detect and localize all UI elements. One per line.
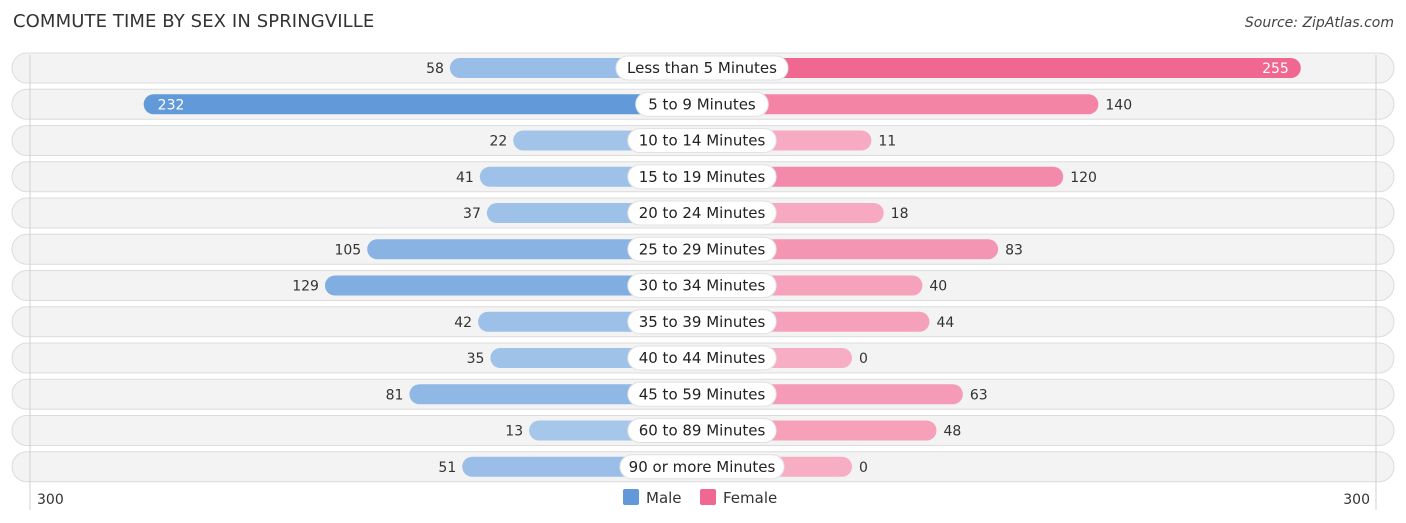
category-label: 45 to 59 Minutes (639, 385, 766, 403)
male-value-label: 51 (438, 460, 456, 476)
female-value-label: 120 (1070, 170, 1097, 186)
male-value-label: 37 (463, 206, 481, 222)
male-bar (143, 94, 702, 115)
category-label: 60 to 89 Minutes (639, 422, 766, 440)
female-value-label: 255 (1262, 61, 1289, 77)
female-value-label: 11 (878, 134, 896, 150)
category-label: 5 to 9 Minutes (648, 95, 756, 113)
female-value-label: 0 (859, 351, 868, 367)
female-value-label: 140 (1105, 97, 1132, 113)
male-value-label: 105 (334, 242, 361, 258)
category-label: 10 to 14 Minutes (639, 132, 766, 150)
axis-max-label: 300 (1343, 492, 1370, 508)
female-value-label: 18 (891, 206, 909, 222)
category-label: 30 to 34 Minutes (639, 277, 766, 295)
female-bar (702, 58, 1301, 78)
category-label: 35 to 39 Minutes (639, 313, 766, 331)
male-value-label: 232 (158, 97, 185, 113)
category-label: 15 to 19 Minutes (639, 168, 766, 186)
female-value-label: 40 (929, 279, 947, 295)
male-value-label: 42 (454, 315, 472, 331)
category-label: 25 to 29 Minutes (639, 240, 766, 258)
male-value-label: 13 (505, 424, 523, 440)
male-value-label: 41 (456, 170, 474, 186)
legend-label-female: Female (723, 489, 777, 507)
category-label: 40 to 44 Minutes (639, 349, 766, 367)
male-value-label: 58 (426, 61, 444, 77)
female-value-label: 83 (1005, 242, 1023, 258)
male-value-label: 35 (467, 351, 485, 367)
female-value-label: 44 (936, 315, 954, 331)
chart: 58 255 Less than 5 Minutes 232 140 5 to 9 Min… (11, 52, 1395, 510)
male-value-label: 81 (386, 387, 404, 403)
category-label: Less than 5 Minutes (627, 59, 777, 77)
category-label: 20 to 24 Minutes (639, 204, 766, 222)
legend-swatch-male (623, 489, 639, 505)
axis-min-label: 300 (37, 492, 64, 508)
category-label: 90 or more Minutes (629, 458, 776, 476)
male-value-label: 22 (489, 134, 507, 150)
female-value-label: 48 (943, 424, 961, 440)
male-value-label: 129 (292, 279, 319, 295)
female-value-label: 63 (970, 387, 988, 403)
female-value-label: 0 (859, 460, 868, 476)
legend-label-male: Male (646, 489, 682, 507)
legend-swatch-female (700, 489, 716, 505)
